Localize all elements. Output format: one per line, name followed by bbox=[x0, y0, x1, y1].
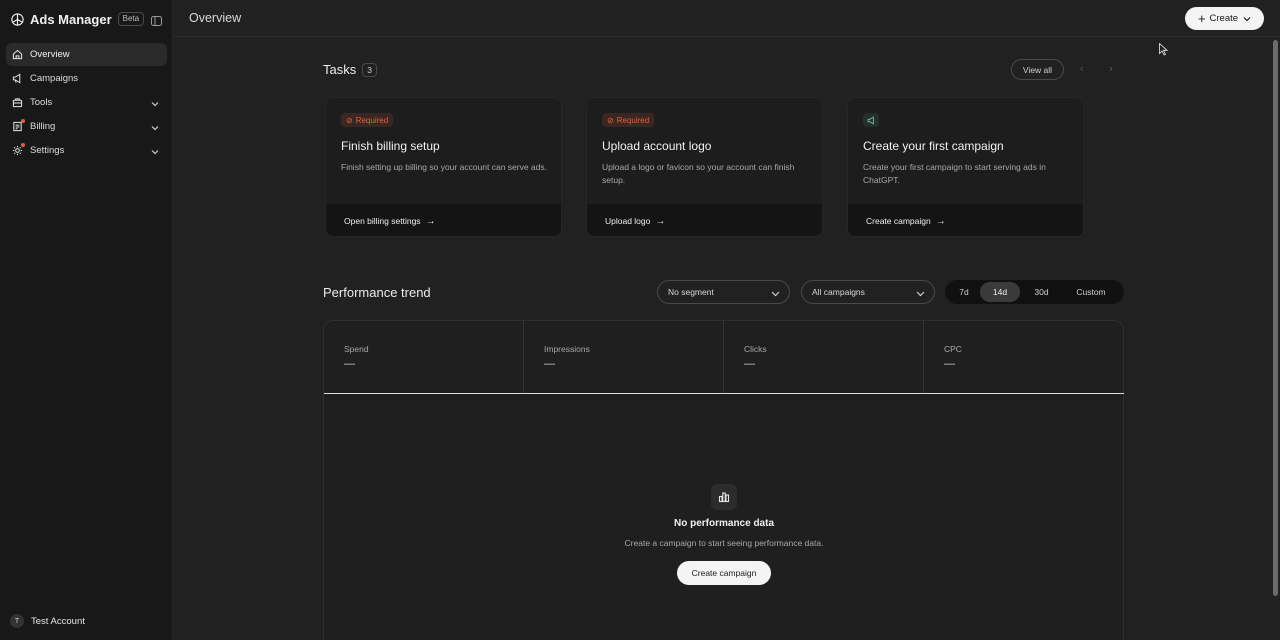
performance-title: Performance trend bbox=[323, 285, 431, 300]
arrow-right-icon: → bbox=[935, 215, 946, 227]
bar-chart-icon bbox=[711, 484, 737, 510]
home-icon bbox=[12, 49, 23, 60]
range-custom[interactable]: Custom bbox=[1063, 282, 1119, 302]
metric-label: Spend bbox=[344, 344, 369, 354]
task-card-campaign: Create your first campaign Create your f… bbox=[847, 97, 1084, 237]
metric-value: — bbox=[344, 358, 355, 370]
segment-select[interactable]: No segment bbox=[657, 280, 790, 304]
page-title: Overview bbox=[189, 11, 242, 25]
task-description: Finish setting up billing so your accoun… bbox=[341, 162, 548, 172]
sidebar-item-overview[interactable]: Overview bbox=[6, 43, 167, 66]
badge-label: Required bbox=[616, 115, 650, 125]
task-description: Create your first campaign to start serv… bbox=[863, 162, 1046, 185]
sidebar: Ads Manager Beta Overview Campaigns Tool… bbox=[0, 0, 173, 640]
brand[interactable]: Ads Manager Beta bbox=[10, 10, 145, 28]
metric-label: Clicks bbox=[744, 344, 767, 354]
upload-logo-link[interactable]: Upload logo → bbox=[587, 204, 822, 236]
arrow-right-icon: → bbox=[425, 215, 436, 227]
create-campaign-link[interactable]: Create campaign → bbox=[848, 204, 1083, 236]
alert-circle-icon: ⊘ bbox=[346, 115, 353, 125]
tasks-count-badge: 3 bbox=[362, 62, 377, 77]
account-menu[interactable]: T Test Account bbox=[10, 614, 85, 628]
tasks-header: Tasks 3 bbox=[323, 62, 377, 77]
metric-value: — bbox=[944, 358, 955, 370]
arrow-right-icon: → bbox=[655, 215, 666, 227]
chevron-down-icon[interactable] bbox=[151, 123, 159, 131]
create-button[interactable]: + Create bbox=[1185, 7, 1264, 30]
open-billing-settings-link[interactable]: Open billing settings → bbox=[326, 204, 561, 236]
task-title: Create your first campaign bbox=[863, 139, 1004, 153]
metric-divider bbox=[324, 393, 1124, 394]
account-name: Test Account bbox=[31, 615, 85, 627]
empty-state-description: Create a campaign to start seeing perfor… bbox=[624, 538, 824, 548]
task-title: Finish billing setup bbox=[341, 139, 440, 153]
sidebar-item-campaigns[interactable]: Campaigns bbox=[6, 67, 167, 90]
sidebar-item-tools[interactable]: Tools bbox=[6, 91, 167, 114]
range-30d[interactable]: 30d bbox=[1020, 282, 1063, 302]
metric-label: Impressions bbox=[544, 344, 590, 354]
required-badge: ⊘ Required bbox=[602, 113, 655, 127]
empty-state-title: No performance data bbox=[673, 518, 775, 529]
required-badge: ⊘ Required bbox=[341, 113, 394, 127]
campaign-select[interactable]: All campaigns bbox=[801, 280, 935, 304]
date-range-toggle: 7d 14d 30d Custom bbox=[945, 280, 1124, 304]
plus-icon: + bbox=[1197, 10, 1206, 26]
metric-clicks[interactable]: Clicks — bbox=[724, 321, 924, 394]
metric-value: — bbox=[544, 358, 555, 370]
create-label: Create bbox=[1209, 13, 1239, 24]
task-description: Upload a logo or favicon so your account… bbox=[602, 162, 795, 185]
metric-impressions[interactable]: Impressions — bbox=[524, 321, 724, 394]
sidebar-item-label: Campaigns bbox=[30, 73, 79, 84]
notification-dot bbox=[21, 143, 25, 147]
avatar: T bbox=[10, 614, 24, 628]
sidebar-item-label: Settings bbox=[30, 145, 65, 156]
megaphone-icon bbox=[863, 113, 879, 127]
beta-badge: Beta bbox=[117, 12, 145, 26]
task-card-logo: ⊘ Required Upload account logo Upload a … bbox=[586, 97, 823, 237]
sidebar-item-label: Overview bbox=[30, 49, 70, 60]
app-title: Ads Manager bbox=[30, 11, 112, 27]
task-action-label: Create campaign bbox=[866, 216, 931, 226]
range-7d[interactable]: 7d bbox=[948, 282, 980, 302]
performance-panel: Spend — Impressions — Clicks — CPC — No … bbox=[323, 320, 1124, 640]
metric-label: CPC bbox=[944, 344, 962, 354]
chevron-down-icon bbox=[771, 289, 780, 297]
range-14d[interactable]: 14d bbox=[980, 282, 1020, 302]
metric-spend[interactable]: Spend — bbox=[324, 321, 524, 394]
metric-cpc[interactable]: CPC — bbox=[924, 321, 1124, 394]
tasks-title: Tasks bbox=[323, 62, 357, 77]
chevron-down-icon bbox=[916, 289, 925, 297]
campaign-value: All campaigns bbox=[812, 287, 865, 297]
segment-value: No segment bbox=[668, 287, 714, 297]
task-action-label: Open billing settings bbox=[344, 216, 421, 226]
sidebar-nav: Overview Campaigns Tools Billing Setting… bbox=[6, 43, 167, 163]
sidebar-toggle-icon[interactable] bbox=[151, 13, 162, 26]
megaphone-icon bbox=[12, 73, 23, 84]
toolbox-icon bbox=[12, 97, 23, 108]
badge-label: Required bbox=[355, 115, 389, 125]
chevron-down-icon[interactable] bbox=[151, 99, 159, 107]
notification-dot bbox=[21, 119, 25, 123]
create-campaign-button[interactable]: Create campaign bbox=[677, 561, 771, 585]
chevron-right-icon[interactable]: › bbox=[1109, 64, 1117, 75]
task-title: Upload account logo bbox=[602, 139, 712, 153]
openai-logo-icon bbox=[10, 12, 25, 27]
sidebar-item-settings[interactable]: Settings bbox=[6, 139, 167, 162]
chevron-down-icon bbox=[1243, 16, 1251, 22]
metric-value: — bbox=[744, 358, 755, 370]
task-card-billing: ⊘ Required Finish billing setup Finish s… bbox=[325, 97, 562, 237]
sidebar-item-billing[interactable]: Billing bbox=[6, 115, 167, 138]
view-all-button[interactable]: View all bbox=[1011, 59, 1064, 80]
top-bar: Overview + Create bbox=[173, 0, 1280, 37]
alert-circle-icon: ⊘ bbox=[607, 115, 614, 125]
mouse-cursor-icon bbox=[1159, 42, 1169, 56]
chevron-down-icon[interactable] bbox=[151, 147, 159, 155]
gear-icon bbox=[12, 143, 25, 156]
receipt-icon bbox=[12, 119, 25, 132]
task-action-label: Upload logo bbox=[605, 216, 651, 226]
sidebar-item-label: Billing bbox=[30, 121, 56, 132]
scrollbar[interactable] bbox=[1273, 40, 1278, 596]
sidebar-item-label: Tools bbox=[30, 97, 53, 108]
chevron-left-icon[interactable]: ‹ bbox=[1080, 64, 1088, 75]
